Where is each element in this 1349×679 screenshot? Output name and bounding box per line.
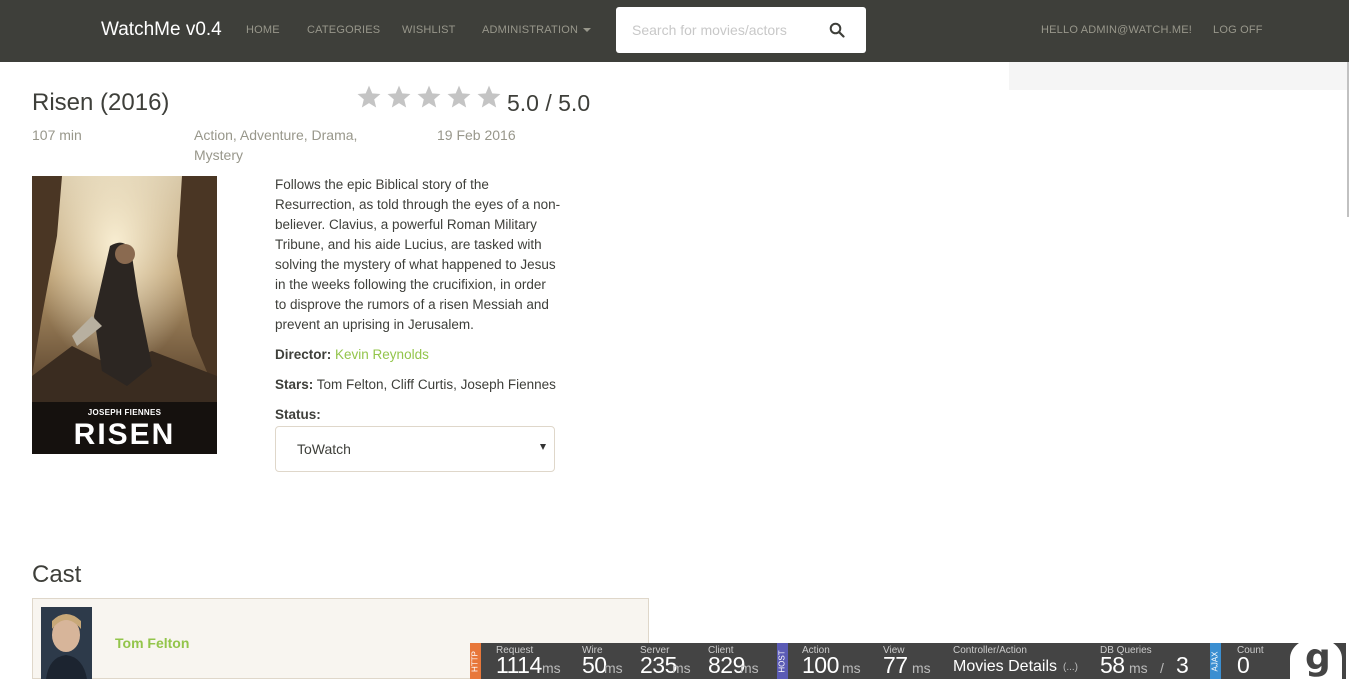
plot-line: to disprove the rumors of a risen Messia… [275, 297, 549, 312]
glimpse-bar: HTTP Request 1114 ms Wire 50 ms Server 2… [470, 643, 1346, 679]
stars-label: Stars: [275, 377, 314, 392]
glimpse-tab-http[interactable]: HTTP [470, 643, 481, 679]
glimpse-unit: ms [1129, 660, 1148, 676]
plot-line: Resurrection, as told through the eyes o… [275, 197, 561, 212]
status-selected-value: ToWatch [297, 441, 351, 457]
glimpse-action-value: 100 [802, 652, 839, 678]
glimpse-tab-label: HOST [777, 650, 787, 673]
glimpse-controller-value[interactable]: Movies Details [953, 658, 1057, 676]
sidebar-panel [1009, 62, 1347, 90]
plot-line: Tribune, and his aide Lucius, are tasked… [275, 237, 542, 252]
brand-link[interactable]: WatchMe v0.4 [101, 19, 222, 41]
stars-value: Tom Felton, Cliff Curtis, Joseph Fiennes [316, 377, 556, 392]
nav-administration-label: ADMINISTRATION [482, 24, 579, 36]
glimpse-unit: ms [842, 660, 861, 676]
movie-title: Risen (2016) [32, 89, 170, 116]
glimpse-db-separator: / [1160, 660, 1164, 676]
glimpse-tab-ajax[interactable]: AJAX [1210, 643, 1221, 679]
glimpse-db-count: 3 [1176, 652, 1189, 678]
status-label: Status: [275, 407, 321, 422]
status-label-line: Status: [275, 407, 321, 422]
cast-heading: Cast [32, 561, 82, 588]
search-input[interactable] [616, 7, 814, 53]
movie-genres-line: Action, Adventure, Drama, [194, 127, 358, 143]
plot-line: in the weeks following the crucifixion, … [275, 277, 546, 292]
glimpse-unit: ms [740, 660, 759, 676]
nav-administration[interactable]: ADMINISTRATION [482, 24, 592, 36]
star-icon[interactable] [416, 84, 442, 110]
glimpse-unit: ms [912, 660, 931, 676]
nav-categories[interactable]: CATEGORIES [307, 24, 380, 36]
glimpse-tab-label: HTTP [470, 651, 480, 672]
star-icon[interactable] [386, 84, 412, 110]
stars-line: Stars: Tom Felton, Cliff Curtis, Joseph … [275, 377, 556, 392]
cast-member-link[interactable]: Tom Felton [115, 635, 189, 651]
user-greeting-link[interactable]: HELLO ADMIN@WATCH.ME! [1041, 24, 1192, 36]
glimpse-tab-host[interactable]: HOST [777, 643, 788, 679]
movie-poster: JOSEPH FIENNES RISEN [32, 176, 217, 454]
star-icon[interactable] [356, 84, 382, 110]
nav-home[interactable]: HOME [246, 24, 280, 36]
glimpse-logo-icon: g [1305, 637, 1331, 678]
glimpse-request-value: 1114 [496, 652, 542, 678]
glimpse-view-value: 77 [883, 652, 908, 678]
select-arrow-icon [540, 444, 546, 450]
movie-plot: Follows the epic Biblical story of the R… [275, 175, 575, 335]
glimpse-logo-button[interactable]: g [1290, 637, 1342, 679]
director-link[interactable]: Kevin Reynolds [335, 347, 429, 362]
glimpse-count-value: 0 [1237, 652, 1250, 678]
plot-line: prevent an uprising in Jerusalem. [275, 317, 474, 332]
glimpse-unit: ms [542, 660, 561, 676]
plot-line: believer. Clavius, a powerful Roman Mili… [275, 217, 537, 232]
glimpse-controller-label: Controller/Action [953, 645, 1027, 656]
caret-down-icon [583, 28, 592, 33]
cast-photo-image [41, 607, 92, 679]
plot-line: solving the mystery of what happened to … [275, 257, 556, 272]
poster-actor-text: JOSEPH FIENNES [87, 408, 162, 417]
glimpse-tab-label: AJAX [1210, 651, 1220, 672]
movie-duration: 107 min [32, 127, 82, 143]
glimpse-controller-suffix: (...) [1063, 662, 1078, 673]
star-icon[interactable] [476, 84, 502, 110]
director-line: Director: Kevin Reynolds [275, 347, 429, 362]
status-select[interactable]: ToWatch [275, 426, 555, 472]
cast-photo [41, 607, 92, 679]
plot-line: Follows the epic Biblical story of the [275, 177, 489, 192]
nav-wishlist[interactable]: WISHLIST [402, 24, 456, 36]
search-button[interactable] [808, 7, 866, 53]
glimpse-unit: ms [672, 660, 691, 676]
rating-text: 5.0 / 5.0 [507, 90, 591, 116]
star-icon[interactable] [446, 84, 472, 110]
movie-release-date: 19 Feb 2016 [437, 127, 516, 143]
glimpse-db-value: 58 [1100, 652, 1125, 678]
search-icon [829, 22, 845, 38]
movie-genres: Action, Adventure, Drama, Mystery [194, 125, 357, 165]
director-label: Director: [275, 347, 332, 362]
poster-title-text: RISEN [73, 418, 176, 451]
glimpse-wire-value: 50 [582, 652, 607, 678]
movie-genres-line: Mystery [194, 147, 243, 163]
glimpse-unit: ms [604, 660, 623, 676]
logoff-link[interactable]: LOG OFF [1213, 24, 1263, 36]
